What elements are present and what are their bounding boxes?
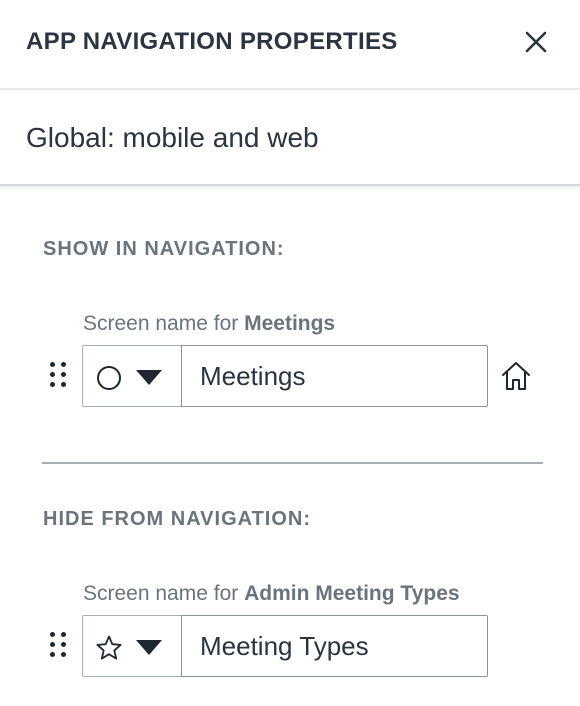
- caption-entity: Admin Meeting Types: [244, 582, 460, 605]
- home-icon[interactable]: [500, 360, 532, 392]
- caret-down-icon: [136, 370, 162, 385]
- screen-name-input[interactable]: [181, 615, 488, 677]
- caption-prefix: Screen name for: [83, 582, 245, 605]
- field-caption: Screen name for Meetings: [83, 312, 335, 336]
- field-caption: Screen name for Admin Meeting Types: [83, 582, 460, 606]
- panel-title: APP NAVIGATION PROPERTIES: [26, 28, 398, 55]
- show-in-navigation-heading: SHOW IN NAVIGATION:: [43, 238, 285, 260]
- screen-name-input[interactable]: [181, 345, 488, 407]
- close-icon[interactable]: [522, 28, 550, 56]
- drag-handle[interactable]: [48, 632, 70, 664]
- icon-selector[interactable]: [82, 615, 182, 677]
- hide-from-navigation-heading: HIDE FROM NAVIGATION:: [43, 508, 312, 530]
- caret-down-icon: [136, 640, 162, 655]
- caption-prefix: Screen name for: [83, 312, 245, 335]
- scope-bar: Global: mobile and web: [0, 92, 580, 186]
- circle-icon: [97, 366, 121, 390]
- scope-label: Global: mobile and web: [26, 122, 319, 153]
- star-icon: [96, 635, 122, 660]
- icon-selector[interactable]: [82, 345, 182, 407]
- section-divider: [42, 462, 543, 464]
- panel-header: APP NAVIGATION PROPERTIES: [0, 0, 580, 90]
- caption-entity: Meetings: [244, 312, 336, 335]
- drag-handle[interactable]: [48, 362, 70, 394]
